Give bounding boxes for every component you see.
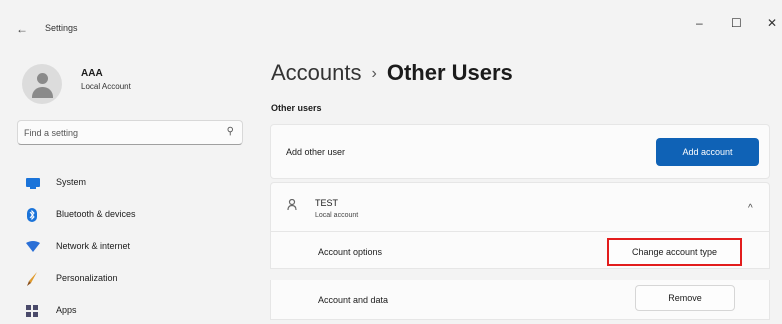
avatar-head-icon: [37, 73, 48, 84]
close-icon[interactable]: ✕: [767, 16, 777, 30]
system-icon: [26, 176, 40, 189]
title-bar: ← Settings – ☐ ✕: [0, 0, 782, 44]
app-title: Settings: [45, 23, 78, 33]
profile-name: AAA: [81, 68, 103, 79]
settings-window: ← Settings – ☐ ✕ AAA Local Account Find …: [0, 0, 782, 324]
user-account-type: Local account: [315, 212, 359, 219]
sidebar-item-network[interactable]: Network & internet: [26, 238, 246, 258]
sidebar-item-label: Bluetooth & devices: [56, 209, 136, 219]
section-title: Other users: [271, 103, 322, 113]
sidebar-item-system[interactable]: System: [26, 174, 246, 194]
user-card-test[interactable]: TEST Local account ^: [270, 182, 770, 232]
search-input[interactable]: Find a setting ⚲: [17, 120, 243, 145]
page-title: Other Users: [386, 60, 513, 85]
sidebar-item-bluetooth[interactable]: Bluetooth & devices: [26, 206, 246, 226]
add-user-label: Add other user: [286, 147, 346, 157]
avatar[interactable]: [22, 64, 62, 104]
apps-icon: [26, 304, 38, 317]
brush-icon: [26, 272, 38, 286]
sidebar-item-label: Personalization: [56, 273, 118, 283]
breadcrumb-separator-icon: ›: [371, 65, 377, 82]
account-options-row: Account options Change account type: [270, 232, 770, 269]
row-label: Account options: [318, 247, 383, 257]
search-icon: ⚲: [226, 126, 234, 137]
search-placeholder: Find a setting: [24, 128, 79, 138]
chevron-up-icon[interactable]: ^: [748, 203, 753, 214]
breadcrumb: Accounts › Other Users: [271, 60, 513, 86]
add-user-card: Add other user Add account: [270, 124, 770, 179]
sidebar-item-label: Apps: [56, 305, 77, 315]
row-label: Account and data: [318, 295, 389, 305]
minimize-icon[interactable]: –: [696, 16, 703, 30]
sidebar-item-label: System: [56, 177, 87, 187]
add-account-button[interactable]: Add account: [656, 138, 759, 166]
back-arrow-icon[interactable]: ←: [16, 22, 28, 36]
remove-button[interactable]: Remove: [635, 285, 735, 311]
account-data-row: Account and data Remove: [270, 280, 770, 320]
sidebar-item-apps[interactable]: Apps: [26, 302, 246, 322]
bluetooth-icon: [26, 208, 38, 222]
sidebar-item-label: Network & internet: [56, 241, 131, 251]
person-icon: [287, 198, 297, 214]
maximize-icon[interactable]: ☐: [731, 16, 742, 30]
network-icon: [26, 240, 40, 252]
breadcrumb-parent[interactable]: Accounts: [271, 60, 362, 85]
profile-account-type: Local Account: [81, 82, 131, 91]
sidebar-item-personalization[interactable]: Personalization: [26, 270, 246, 290]
user-name: TEST: [315, 198, 339, 208]
change-account-type-button[interactable]: Change account type: [607, 238, 742, 266]
avatar-body-icon: [32, 87, 53, 98]
